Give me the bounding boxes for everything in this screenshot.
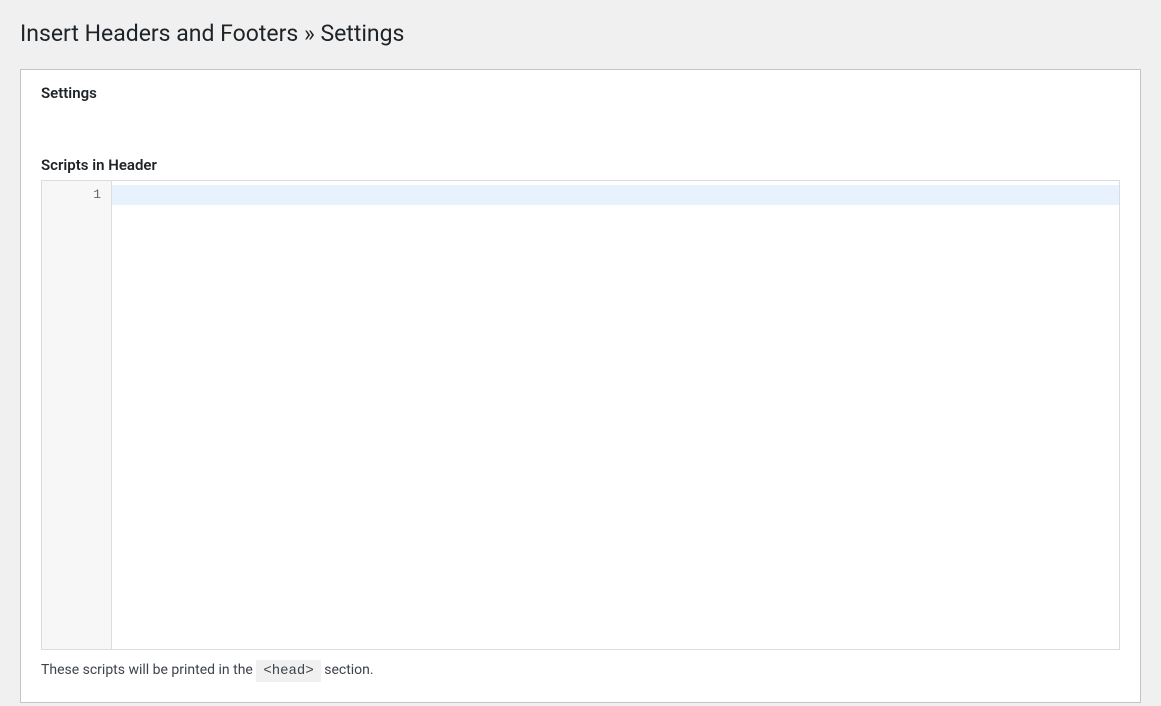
description-prefix: These scripts will be printed in the bbox=[41, 662, 256, 678]
line-number: 1 bbox=[42, 185, 111, 205]
description-code: <head> bbox=[256, 660, 320, 682]
header-scripts-label: Scripts in Header bbox=[41, 116, 1120, 180]
panel-heading: Settings bbox=[41, 70, 1120, 116]
header-description: These scripts will be printed in the <he… bbox=[41, 650, 1120, 682]
code-gutter: 1 bbox=[42, 181, 112, 649]
description-suffix: section. bbox=[321, 662, 374, 678]
header-code-textarea[interactable] bbox=[116, 185, 1119, 649]
code-area[interactable] bbox=[112, 181, 1119, 649]
header-code-editor[interactable]: 1 bbox=[41, 180, 1120, 650]
page-title: Insert Headers and Footers » Settings bbox=[20, 10, 1141, 69]
settings-panel: Settings Scripts in Header 1 These scrip… bbox=[20, 69, 1141, 703]
